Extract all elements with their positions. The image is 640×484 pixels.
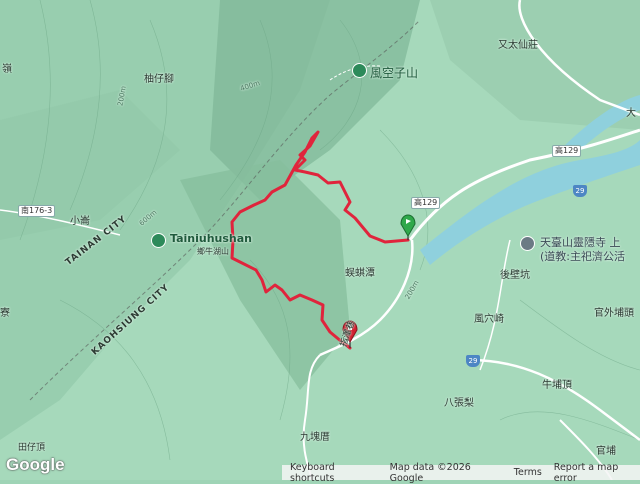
place-label: 蜈蜞潭 <box>345 268 375 279</box>
report-error-link[interactable]: Report a map error <box>554 462 640 484</box>
place-label: 九塊厝 <box>300 432 330 443</box>
peak-label[interactable]: 風空子山 <box>370 64 418 81</box>
place-label: 寮 <box>0 308 10 319</box>
temple-icon[interactable] <box>520 236 535 251</box>
place-label: 官埔 <box>596 446 616 457</box>
map-data-text: Map data ©2026 Google <box>389 461 471 484</box>
route-shield: 南176-3 <box>18 205 56 217</box>
highway-shield-icon: 29 <box>466 355 480 367</box>
place-label: 大 <box>626 108 636 119</box>
place-label: 嶺 <box>2 64 12 75</box>
place-label: 小崙 <box>70 216 90 227</box>
route-shield: 高129 <box>411 197 441 209</box>
place-label: 八張梨 <box>444 398 474 409</box>
highway-shield-icon: 29 <box>573 185 587 197</box>
place-label: 風穴崎 <box>474 314 504 325</box>
peak-label-zh: 鄉牛湖山 <box>197 247 229 256</box>
temple-label: (道教:主祀濟公活 <box>540 250 625 263</box>
terms-link[interactable]: Terms <box>514 467 542 478</box>
place-label: 柚仔腳 <box>144 74 174 85</box>
place-label: 又太仙莊 <box>498 40 538 51</box>
place-label: 官外埔頭 <box>594 308 634 319</box>
place-label: 田仔頂 <box>18 443 46 453</box>
place-label: 牛埔頂 <box>542 380 572 391</box>
keyboard-shortcuts-link[interactable]: Keyboard shortcuts <box>290 462 378 484</box>
peak-label[interactable]: Tainiuhushan <box>170 232 252 245</box>
mountain-peak-icon[interactable] <box>151 233 166 248</box>
google-logo[interactable]: Google <box>6 455 65 475</box>
attribution-bar: Keyboard shortcuts Map data ©2026 Google… <box>282 462 640 484</box>
mountain-peak-icon[interactable] <box>352 63 367 78</box>
route-shield: 高129 <box>552 145 582 157</box>
place-label: 後壁坑 <box>500 270 530 281</box>
